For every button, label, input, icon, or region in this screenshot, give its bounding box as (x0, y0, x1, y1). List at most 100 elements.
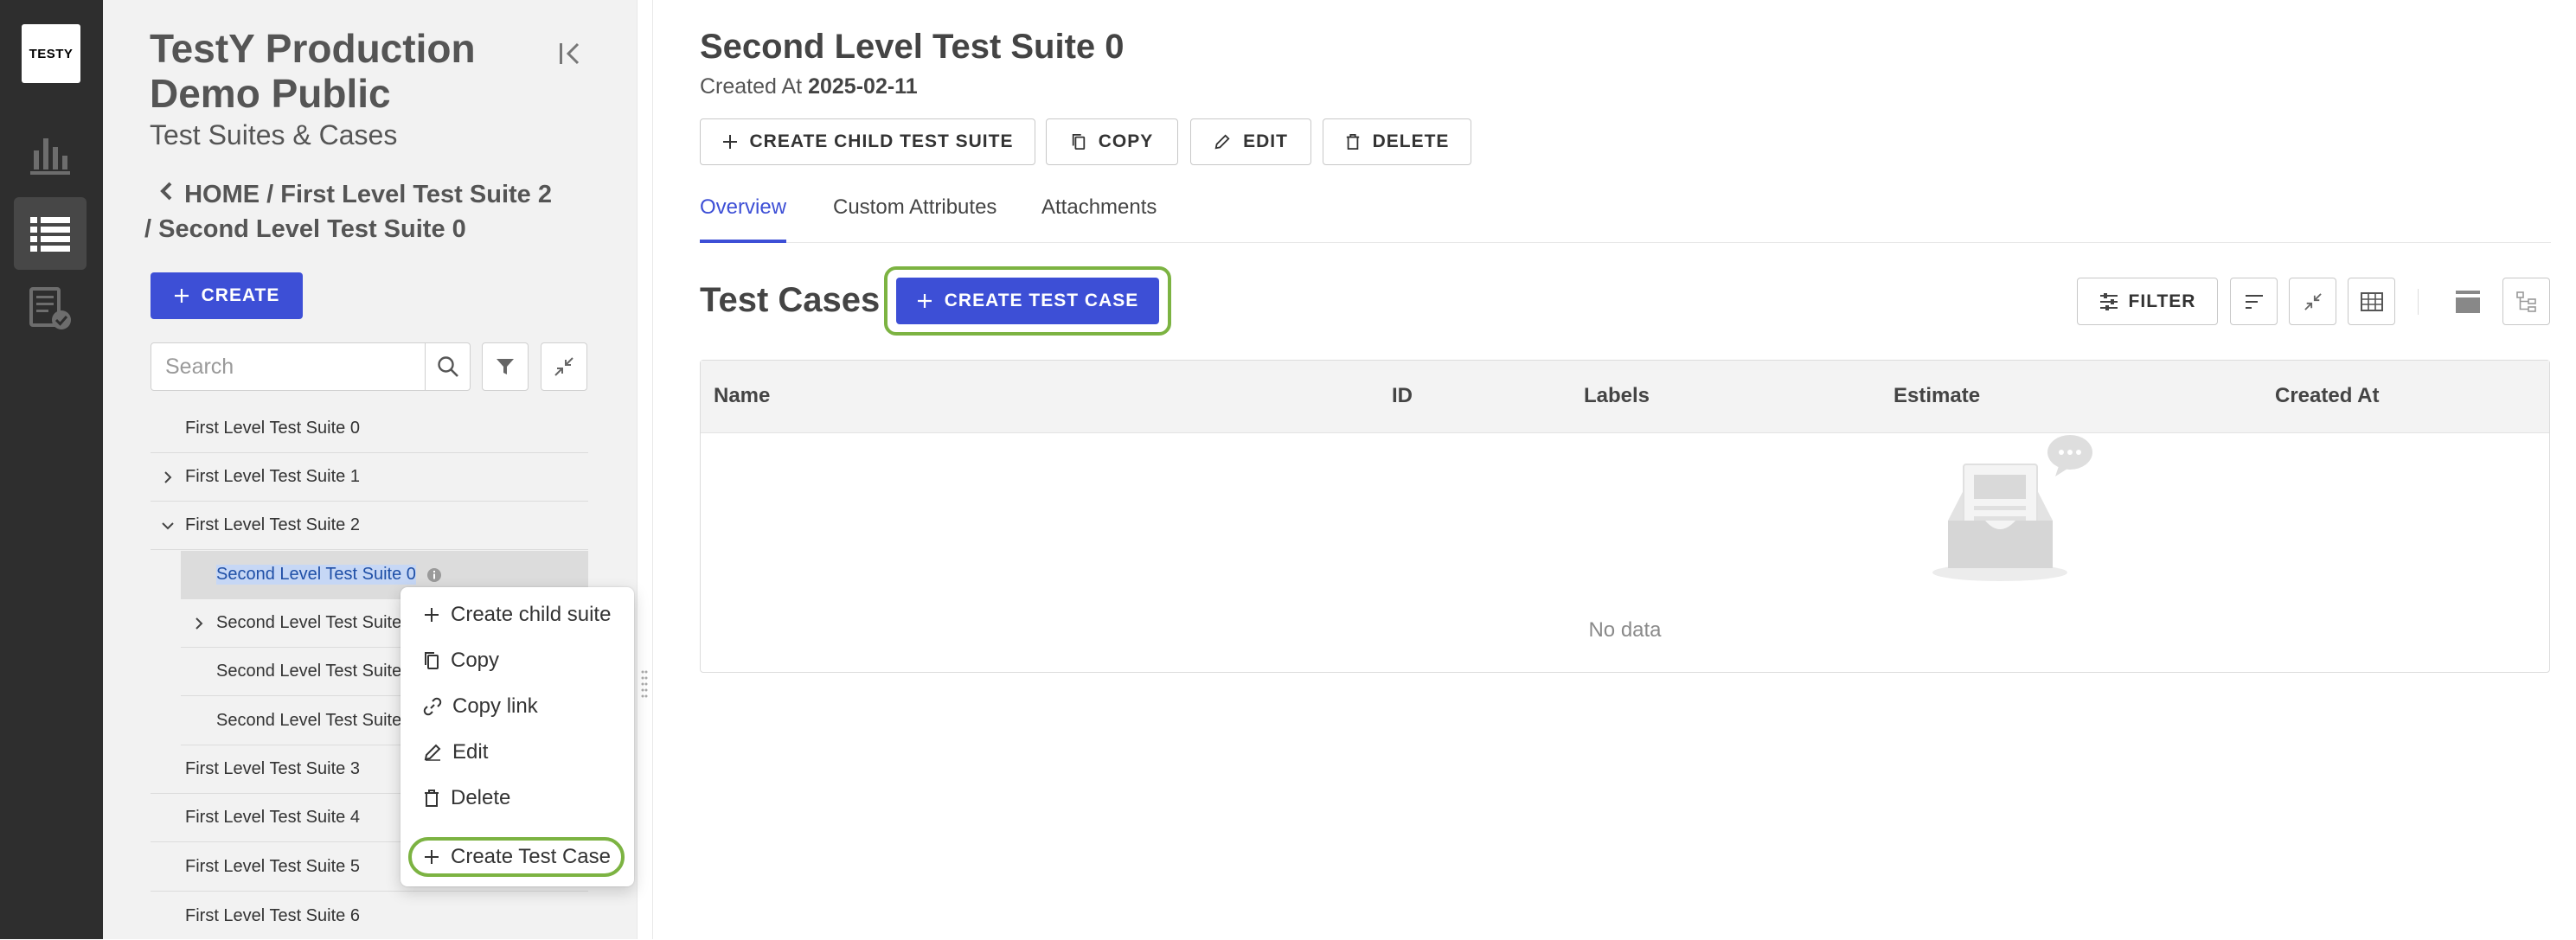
resize-handle-icon[interactable] (640, 668, 649, 702)
tree-item-label: First Level Test Suite 5 (185, 857, 360, 876)
filter-button[interactable]: FILTER (2077, 278, 2218, 325)
menu-item-delete[interactable]: Delete (423, 783, 510, 814)
search-input[interactable] (165, 354, 416, 380)
toolbar-divider (2418, 289, 2419, 315)
create-button[interactable]: CREATE (151, 272, 303, 319)
back-chevron-icon[interactable] (158, 177, 177, 212)
menu-item-create-test-case[interactable]: Create Test Case (423, 841, 611, 873)
filter-icon (497, 359, 514, 374)
button-label: COPY (1098, 131, 1154, 151)
column-header-labels[interactable]: Labels (1584, 384, 1650, 408)
bar-chart-icon (30, 138, 70, 175)
tree-item[interactable]: First Level Test Suite 6 (151, 892, 588, 940)
section-title: Test Suites & Cases (150, 119, 398, 150)
sidebar-splitter[interactable] (637, 0, 653, 939)
button-label: DELETE (1372, 131, 1450, 151)
link-icon (423, 697, 442, 716)
list-icon (30, 217, 70, 252)
nav-dashboard[interactable] (14, 118, 87, 191)
tree-item[interactable]: First Level Test Suite 0 (151, 405, 588, 453)
chevron-right-icon[interactable] (190, 615, 208, 632)
tab-overview[interactable]: Overview (700, 195, 786, 220)
menu-item-create-child-suite[interactable]: Create child suite (423, 599, 611, 630)
sliders-icon (2099, 292, 2118, 310)
context-menu: Create child suite Copy Copy link Edit D… (400, 587, 634, 886)
edit-button[interactable]: EDIT (1190, 118, 1311, 165)
collapse-left-icon (560, 42, 580, 65)
breadcrumb: HOME / First Level Test Suite 2 / Second… (144, 177, 591, 246)
list-view-button[interactable] (2444, 278, 2491, 325)
breadcrumb-item[interactable]: First Level Test Suite 2 (280, 181, 552, 208)
sort-icon (2245, 294, 2263, 309)
create-test-case-button[interactable]: CREATE TEST CASE (896, 278, 1159, 324)
chevron-right-icon[interactable] (159, 469, 176, 486)
app-logo[interactable]: TESTY (22, 24, 80, 83)
breadcrumb-current[interactable]: Second Level Test Suite 0 (158, 215, 466, 243)
empty-state-text: No data (1588, 618, 1662, 642)
tree-filter-button[interactable] (482, 342, 529, 391)
menu-item-label: Copy (451, 649, 500, 672)
column-header-created-at[interactable]: Created At (2275, 384, 2379, 408)
button-label: EDIT (1243, 131, 1288, 151)
tree-collapse-all-button[interactable] (541, 342, 587, 391)
copy-icon (1072, 134, 1085, 150)
column-header-name[interactable]: Name (714, 384, 770, 408)
active-tab-indicator (700, 240, 786, 243)
search-button[interactable] (425, 343, 470, 390)
edit-icon (424, 744, 441, 761)
tree-item-label: First Level Test Suite 3 (185, 759, 360, 778)
menu-item-label: Create Test Case (451, 845, 611, 868)
tab-attachments[interactable]: Attachments (1041, 195, 1157, 220)
column-header-id[interactable]: ID (1392, 384, 1413, 408)
tab-custom-attributes[interactable]: Custom Attributes (833, 195, 996, 220)
plus-icon (722, 135, 737, 149)
tree-item-label: First Level Test Suite 4 (185, 808, 360, 827)
tree-item[interactable]: First Level Test Suite 1 (151, 453, 588, 502)
page-title: Second Level Test Suite 0 (700, 28, 1125, 66)
menu-item-copy-link[interactable]: Copy link (423, 691, 538, 722)
copy-button[interactable]: COPY (1046, 118, 1178, 165)
chevron-down-icon[interactable] (159, 517, 176, 534)
breadcrumb-separator: / (266, 181, 281, 208)
tabs-divider (700, 242, 2551, 243)
tree-item-label: Second Level Test Suite 0 (216, 565, 416, 585)
search-icon (437, 356, 458, 377)
plus-icon (174, 289, 189, 303)
menu-item-copy[interactable]: Copy (423, 645, 499, 676)
list-view-icon (2455, 290, 2480, 313)
empty-inbox-icon (1932, 435, 2092, 581)
collapse-sidebar-button[interactable] (552, 36, 586, 71)
tree-item-label: First Level Test Suite 1 (185, 467, 360, 486)
menu-item-label: Edit (452, 740, 489, 764)
menu-item-label: Copy link (452, 694, 538, 718)
info-icon[interactable] (426, 567, 442, 583)
tree-view-icon (2515, 291, 2536, 312)
tree-item-label: Second Level Test Suite (216, 662, 402, 681)
plus-icon (425, 608, 439, 622)
sort-button[interactable] (2230, 278, 2278, 325)
menu-item-edit[interactable]: Edit (423, 737, 488, 768)
tree-view-button[interactable] (2502, 278, 2550, 325)
tree-item-label: First Level Test Suite 2 (185, 515, 360, 534)
columns-button[interactable] (2348, 278, 2395, 325)
plus-icon (425, 850, 439, 864)
nav-test-suites[interactable] (14, 197, 87, 270)
delete-button[interactable]: DELETE (1323, 118, 1471, 165)
menu-item-label: Delete (451, 786, 511, 809)
nav-test-plans[interactable] (14, 272, 87, 345)
shrink-icon (554, 357, 574, 376)
tree-item[interactable]: First Level Test Suite 2 (151, 502, 588, 550)
collapse-all-button[interactable] (2289, 278, 2336, 325)
create-child-test-suite-button[interactable]: CREATE CHILD TEST SUITE (700, 118, 1035, 165)
test-plan-icon (29, 287, 71, 329)
shrink-icon (2304, 292, 2322, 310)
tree-item-label: Second Level Test Suite (216, 711, 402, 730)
breadcrumb-home[interactable]: HOME (184, 181, 260, 208)
column-header-estimate[interactable]: Estimate (1894, 384, 1980, 408)
table-header: Name ID Labels Estimate Created At (701, 361, 2549, 433)
created-at-label: Created At (700, 74, 803, 99)
button-label: CREATE CHILD TEST SUITE (749, 131, 1014, 151)
table-icon (2360, 291, 2383, 311)
button-label: CREATE TEST CASE (944, 291, 1139, 310)
menu-item-label: Create child suite (451, 603, 612, 626)
